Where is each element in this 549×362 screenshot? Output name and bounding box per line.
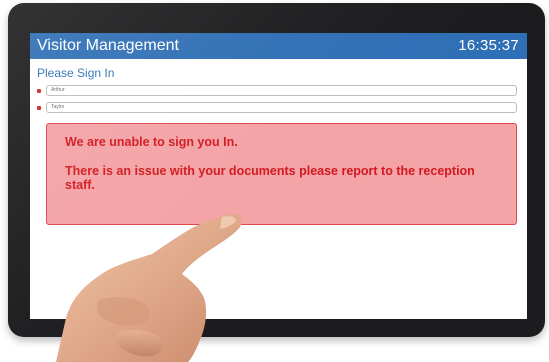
last-name-field[interactable]: Taylor [46,102,517,113]
page-title: Please Sign In [37,66,115,80]
required-marker [37,89,41,93]
screen: Visitor Management 16:35:37 Please Sign … [30,33,527,319]
app-title: Visitor Management [37,37,179,54]
first-name-field[interactable]: Arthur [46,85,517,96]
clock: 16:35:37 [458,37,519,54]
required-marker [37,106,41,110]
error-alert: We are unable to sign you In. There is a… [46,123,517,225]
alert-message-body: There is an issue with your documents pl… [65,164,475,192]
alert-message-title: We are unable to sign you In. [65,135,238,149]
app-header: Visitor Management 16:35:37 [30,33,527,59]
